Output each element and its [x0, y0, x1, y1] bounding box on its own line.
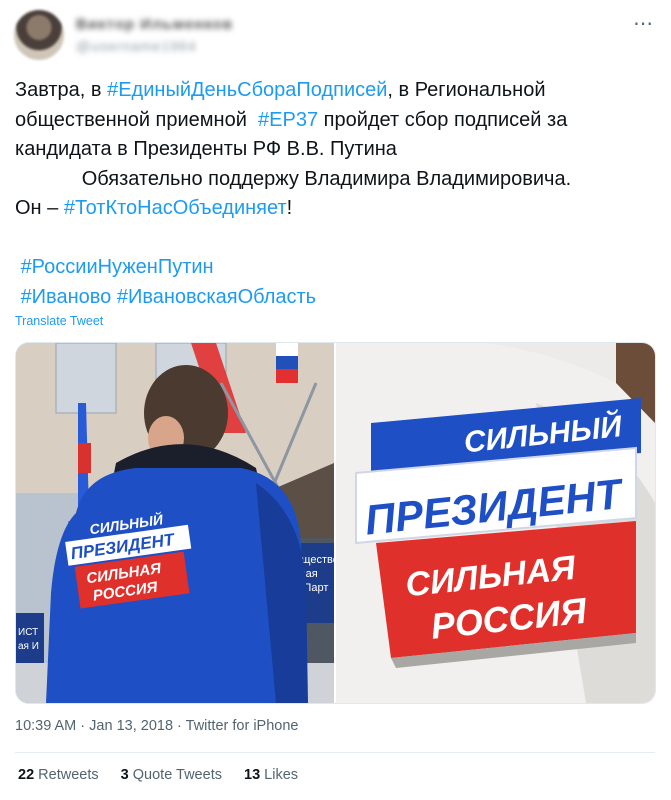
- tweet-header: Виктор Ильменков @username1964 ⋯: [14, 10, 657, 62]
- quote-tweets-count: 3: [120, 767, 129, 783]
- text-segment: Обязательно поддержу Владимира Владимиро…: [15, 167, 572, 190]
- photo-hoodie-print-image: СИЛЬНЫЙ ПРЕЗИДЕНТ СИЛЬНАЯ РОССИЯ: [336, 343, 655, 703]
- separator-dot: ·: [173, 718, 186, 734]
- text-segment: общественной приемной: [15, 108, 259, 131]
- more-horizontal-icon[interactable]: ⋯: [633, 14, 653, 34]
- engagement-stats: 22 Retweets 3 Quote Tweets 13 Likes: [18, 767, 316, 783]
- tweet-text: Завтра, в #ЕдиныйДеньСбораПодписей, в Ре…: [15, 76, 655, 312]
- photo-volunteer-jacket[interactable]: обществе мная ля Парт ИСТ ая И: [16, 343, 334, 703]
- text-segment: !: [286, 197, 293, 219]
- hashtag-link[interactable]: #Иваново: [21, 286, 112, 308]
- retweets-label: Retweets: [38, 767, 99, 783]
- likes-count: 13: [244, 767, 261, 783]
- media-grid: обществе мная ля Парт ИСТ ая И: [15, 342, 656, 704]
- tweet-time[interactable]: 10:39 AM: [15, 718, 76, 734]
- retweets-stat[interactable]: 22 Retweets: [18, 767, 99, 783]
- plaque-text: ая И: [18, 641, 39, 652]
- author-handle[interactable]: @username1964: [76, 38, 197, 54]
- tweet-date[interactable]: Jan 13, 2018: [89, 718, 173, 734]
- tweet-card: Виктор Ильменков @username1964 ⋯ Завтра,…: [0, 0, 671, 800]
- translate-tweet-link[interactable]: Translate Tweet: [15, 314, 103, 328]
- text-segment: пройдет сбор подписей за: [318, 108, 568, 131]
- tweet-timestamp: 10:39 AM · Jan 13, 2018 · Twitter for iP…: [15, 718, 298, 734]
- retweets-count: 22: [18, 767, 35, 783]
- hashtag-link[interactable]: #ТотКтоНасОбъединяет: [64, 197, 287, 219]
- likes-stat[interactable]: 13 Likes: [244, 767, 298, 783]
- text-segment: кандидата в Президенты РФ В.В. Путина: [15, 138, 397, 160]
- hashtag-link[interactable]: #РоссииНуженПутин: [21, 256, 214, 278]
- text-segment: , в Региональной: [387, 79, 546, 101]
- hashtag-link[interactable]: #ИвановскаяОбласть: [117, 286, 316, 308]
- text-segment: Завтра, в: [15, 79, 108, 101]
- photo-hoodie-print[interactable]: СИЛЬНЫЙ ПРЕЗИДЕНТ СИЛЬНАЯ РОССИЯ: [336, 343, 655, 703]
- hashtag-link[interactable]: #ЕР37: [258, 109, 318, 131]
- avatar[interactable]: [14, 10, 64, 60]
- plaque-text: ИСТ: [18, 627, 38, 638]
- photo-volunteer-jacket-image: обществе мная ля Парт ИСТ ая И: [16, 343, 334, 703]
- separator-dot: ·: [76, 718, 90, 734]
- divider: [15, 752, 655, 753]
- likes-label: Likes: [264, 767, 299, 783]
- quote-tweets-label: Quote Tweets: [132, 767, 222, 783]
- hashtag-link[interactable]: #ЕдиныйДеньСбораПодписей: [107, 79, 387, 101]
- author-name[interactable]: Виктор Ильменков: [76, 16, 233, 33]
- text-segment: Он –: [15, 197, 64, 219]
- tweet-source[interactable]: Twitter for iPhone: [186, 718, 299, 734]
- quote-tweets-stat[interactable]: 3 Quote Tweets: [121, 767, 222, 783]
